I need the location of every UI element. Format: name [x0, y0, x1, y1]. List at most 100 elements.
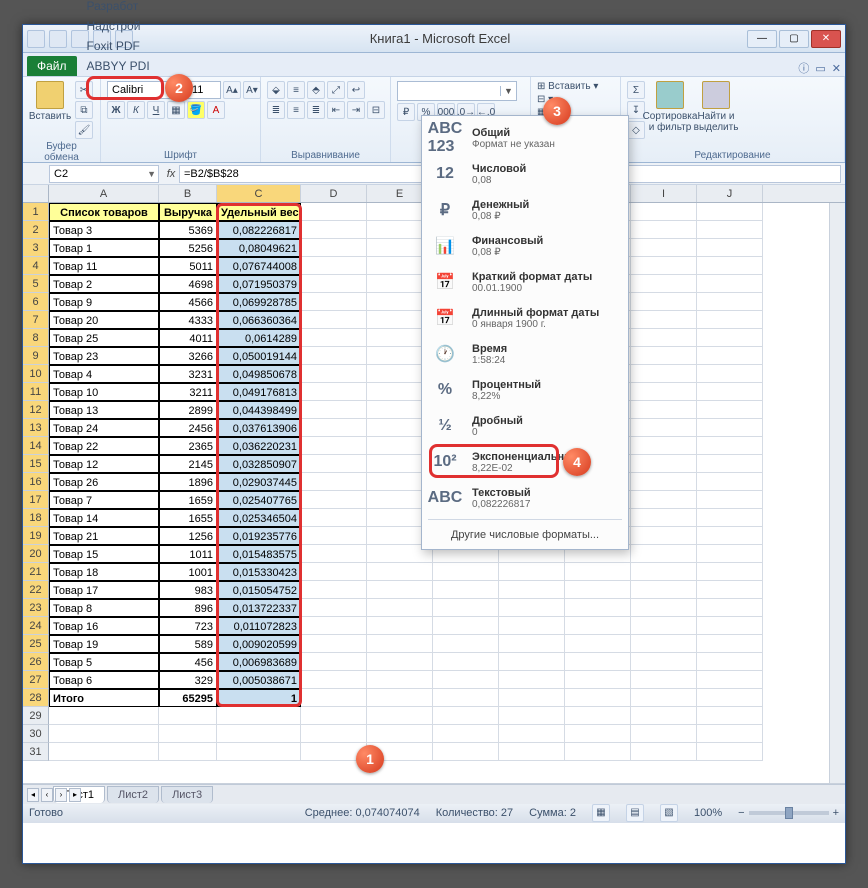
- col-header-J[interactable]: J: [697, 185, 763, 202]
- cell[interactable]: [631, 455, 697, 473]
- italic-button[interactable]: К: [127, 101, 145, 119]
- fmt-item-Экспоненциальный[interactable]: 10²Экспоненциальный8,22E-02: [422, 444, 628, 480]
- cell[interactable]: 1896: [159, 473, 217, 491]
- fmt-item-Длинный формат даты[interactable]: 📅Длинный формат даты0 января 1900 г.: [422, 300, 628, 336]
- cell[interactable]: 0,032850907: [217, 455, 301, 473]
- cell[interactable]: [565, 653, 631, 671]
- cell[interactable]: 0,069928785: [217, 293, 301, 311]
- row-header[interactable]: 29: [23, 707, 49, 725]
- row-header[interactable]: 19: [23, 527, 49, 545]
- cell[interactable]: 0,006983689: [217, 653, 301, 671]
- cell[interactable]: [697, 545, 763, 563]
- cell[interactable]: [301, 365, 367, 383]
- cell[interactable]: 1011: [159, 545, 217, 563]
- cell[interactable]: 0,037613906: [217, 419, 301, 437]
- sort-filter-button[interactable]: Сортировка и фильтр: [649, 81, 691, 133]
- help-icon[interactable]: ⓘ: [798, 60, 809, 76]
- cell[interactable]: [301, 221, 367, 239]
- zoom-level[interactable]: 100%: [694, 807, 722, 819]
- cell[interactable]: [499, 671, 565, 689]
- cell[interactable]: 456: [159, 653, 217, 671]
- fmt-item-Время[interactable]: 🕐Время1:58:24: [422, 336, 628, 372]
- cell[interactable]: [301, 257, 367, 275]
- view-pagebreak-icon[interactable]: ▧: [660, 804, 678, 822]
- cell[interactable]: [301, 275, 367, 293]
- cell[interactable]: [499, 617, 565, 635]
- autosum-icon[interactable]: Σ: [627, 81, 645, 99]
- merge-icon[interactable]: ⊟: [367, 101, 385, 119]
- cell[interactable]: [697, 275, 763, 293]
- cell[interactable]: 0,066360364: [217, 311, 301, 329]
- align-right-icon[interactable]: ≣: [307, 101, 325, 119]
- cell[interactable]: [697, 491, 763, 509]
- row-header[interactable]: 2: [23, 221, 49, 239]
- cell[interactable]: 0,082226817: [217, 221, 301, 239]
- cell[interactable]: 0,08049621: [217, 239, 301, 257]
- cell[interactable]: [499, 599, 565, 617]
- cell[interactable]: [49, 707, 159, 725]
- file-tab[interactable]: Файл: [27, 56, 77, 76]
- view-normal-icon[interactable]: ▦: [592, 804, 610, 822]
- row-header[interactable]: 9: [23, 347, 49, 365]
- cell[interactable]: 65295: [159, 689, 217, 707]
- row-header[interactable]: 7: [23, 311, 49, 329]
- cell[interactable]: [631, 329, 697, 347]
- cell[interactable]: [301, 293, 367, 311]
- indent-dec-icon[interactable]: ⇤: [327, 101, 345, 119]
- cell[interactable]: Товар 2: [49, 275, 159, 293]
- row-header[interactable]: 10: [23, 365, 49, 383]
- cell[interactable]: [565, 707, 631, 725]
- cell[interactable]: [499, 743, 565, 761]
- shrink-font-icon[interactable]: A▾: [243, 81, 261, 99]
- cell[interactable]: [565, 725, 631, 743]
- cell[interactable]: [697, 671, 763, 689]
- cell[interactable]: 0,025346504: [217, 509, 301, 527]
- cell[interactable]: [697, 221, 763, 239]
- cell[interactable]: [697, 329, 763, 347]
- cell[interactable]: [367, 563, 433, 581]
- cell[interactable]: [301, 527, 367, 545]
- cell[interactable]: [367, 635, 433, 653]
- cell[interactable]: [367, 617, 433, 635]
- cell[interactable]: Товар 10: [49, 383, 159, 401]
- cell[interactable]: [631, 617, 697, 635]
- cell[interactable]: [49, 743, 159, 761]
- cell[interactable]: Товар 4: [49, 365, 159, 383]
- cell[interactable]: [697, 473, 763, 491]
- cell[interactable]: [301, 419, 367, 437]
- cell[interactable]: [301, 437, 367, 455]
- cell[interactable]: [301, 491, 367, 509]
- cell[interactable]: [301, 581, 367, 599]
- cell[interactable]: [301, 599, 367, 617]
- row-header[interactable]: 28: [23, 689, 49, 707]
- cell[interactable]: [301, 671, 367, 689]
- cell[interactable]: Товар 6: [49, 671, 159, 689]
- cell[interactable]: Товар 15: [49, 545, 159, 563]
- cell[interactable]: 2456: [159, 419, 217, 437]
- cell[interactable]: [697, 203, 763, 221]
- cell[interactable]: Товар 26: [49, 473, 159, 491]
- cell[interactable]: [301, 455, 367, 473]
- cell[interactable]: Товар 14: [49, 509, 159, 527]
- fx-icon[interactable]: fx: [163, 168, 179, 180]
- cell[interactable]: 0,036220231: [217, 437, 301, 455]
- indent-inc-icon[interactable]: ⇥: [347, 101, 365, 119]
- col-header-B[interactable]: B: [159, 185, 217, 202]
- fmt-item-Процентный[interactable]: %Процентный8,22%: [422, 372, 628, 408]
- fmt-item-Общий[interactable]: ABC123ОбщийФормат не указан: [422, 120, 628, 156]
- cell[interactable]: 5256: [159, 239, 217, 257]
- cell[interactable]: [159, 725, 217, 743]
- cell[interactable]: [631, 347, 697, 365]
- cell[interactable]: 0,025407765: [217, 491, 301, 509]
- cell[interactable]: [631, 275, 697, 293]
- cell[interactable]: [697, 239, 763, 257]
- cell[interactable]: [697, 401, 763, 419]
- cell[interactable]: [631, 653, 697, 671]
- cell[interactable]: [631, 689, 697, 707]
- cell[interactable]: 0,044398499: [217, 401, 301, 419]
- cell[interactable]: [367, 599, 433, 617]
- cell[interactable]: [631, 473, 697, 491]
- bold-button[interactable]: Ж: [107, 101, 125, 119]
- cell[interactable]: Товар 9: [49, 293, 159, 311]
- cell[interactable]: [301, 383, 367, 401]
